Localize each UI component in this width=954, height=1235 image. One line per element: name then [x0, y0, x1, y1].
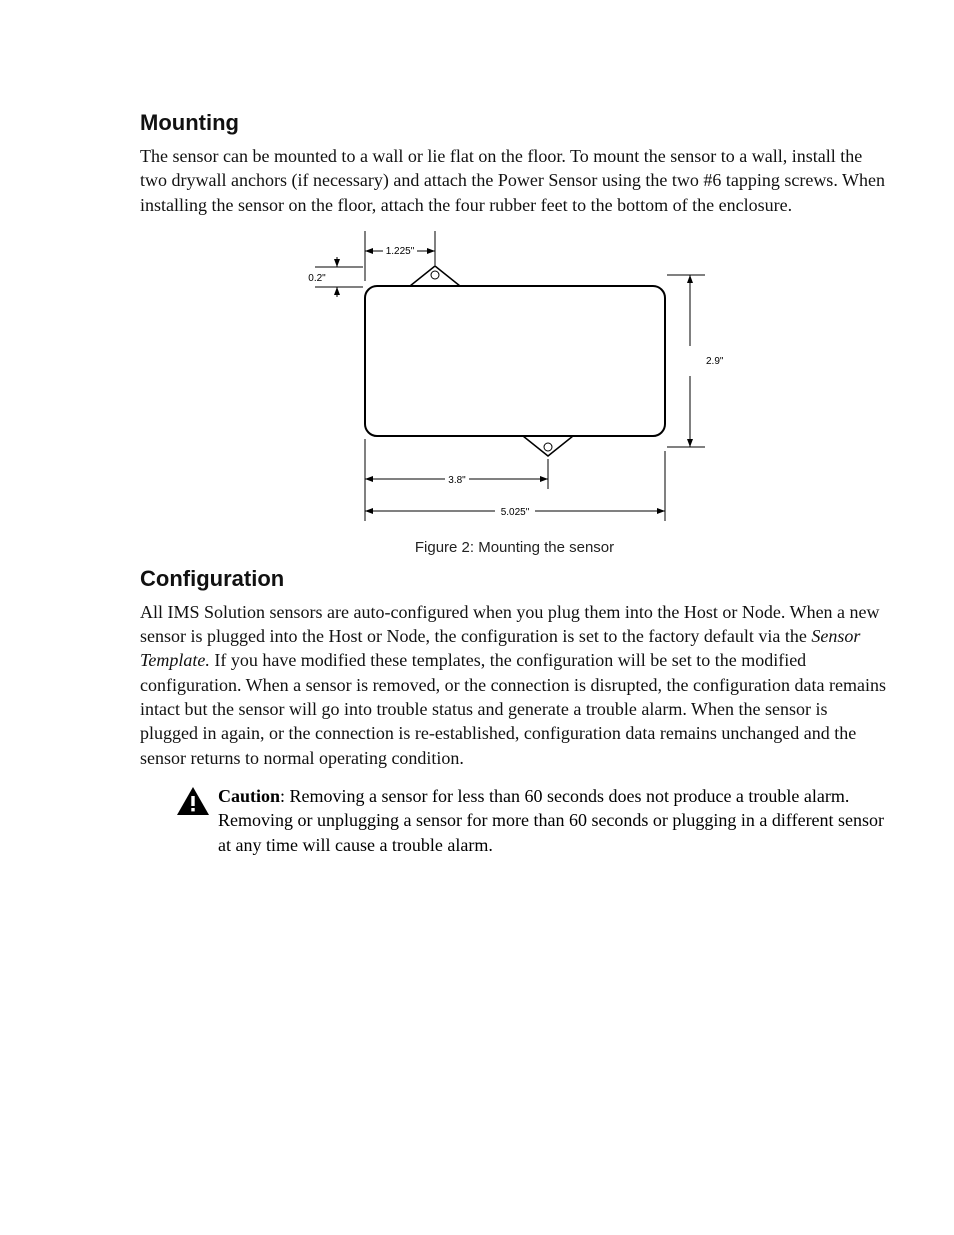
caution-body: : Removing a sensor for less than 60 sec… — [218, 786, 884, 855]
mounting-paragraph: The sensor can be mounted to a wall or l… — [140, 144, 889, 217]
configuration-heading: Configuration — [140, 566, 889, 592]
figure-caption: Figure 2: Mounting the sensor — [140, 539, 889, 556]
caution-block: Caution: Removing a sensor for less than… — [140, 784, 889, 857]
config-para-part1: All IMS Solution sensors are auto-config… — [140, 602, 880, 646]
dim-height: 2.9" — [706, 356, 724, 367]
warning-triangle-icon — [176, 786, 210, 816]
config-para-part2: If you have modified these templates, th… — [140, 650, 886, 767]
caution-label: Caution — [218, 786, 280, 806]
dim-top-offset: 1.225" — [385, 246, 414, 257]
dim-tab-height: 0.2" — [308, 273, 326, 284]
dim-width: 5.025" — [500, 507, 529, 518]
mounting-heading: Mounting — [140, 110, 889, 136]
caution-text: Caution: Removing a sensor for less than… — [218, 784, 889, 857]
mounting-diagram-svg: 1.225" 0.2" 2.9" 3.8" 5.025" — [295, 231, 735, 531]
configuration-paragraph: All IMS Solution sensors are auto-config… — [140, 600, 889, 770]
dim-bottom-offset: 3.8" — [448, 475, 466, 486]
mounting-figure: 1.225" 0.2" 2.9" 3.8" 5.025" Figure 2: M… — [140, 231, 889, 556]
